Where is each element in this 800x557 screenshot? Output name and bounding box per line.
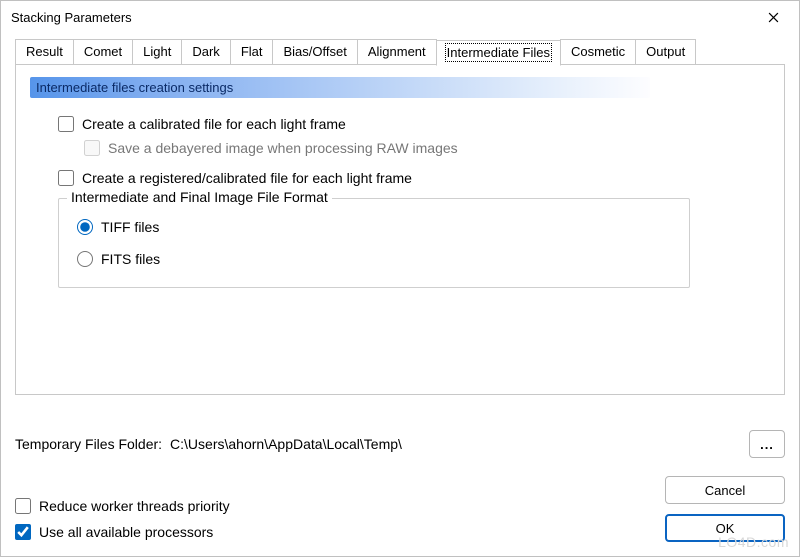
radio-row-fits: FITS files xyxy=(77,251,671,267)
left-checks: Reduce worker threads priority Use all a… xyxy=(15,496,665,542)
tab-cosmetic[interactable]: Cosmetic xyxy=(560,39,636,65)
radio-tiff[interactable] xyxy=(77,219,93,235)
checkbox-reduce-priority[interactable] xyxy=(15,498,31,514)
tab-comet[interactable]: Comet xyxy=(73,39,133,65)
tab-alignment[interactable]: Alignment xyxy=(357,39,437,65)
tab-light[interactable]: Light xyxy=(132,39,182,65)
radio-row-tiff: TIFF files xyxy=(77,219,671,235)
radio-fits[interactable] xyxy=(77,251,93,267)
checkbox-debayer xyxy=(84,140,100,156)
label-debayer: Save a debayered image when processing R… xyxy=(108,140,458,156)
tab-intermediate-files[interactable]: Intermediate Files xyxy=(436,40,561,66)
lower-area: Temporary Files Folder: C:\Users\ahorn\A… xyxy=(15,430,785,542)
ok-button[interactable]: OK xyxy=(665,514,785,542)
content-area: Result Comet Light Dark Flat Bias/Offset… xyxy=(1,33,799,401)
cancel-button[interactable]: Cancel xyxy=(665,476,785,504)
browse-button[interactable]: ... xyxy=(749,430,785,458)
bottom-row: Reduce worker threads priority Use all a… xyxy=(15,476,785,542)
folder-row: Temporary Files Folder: C:\Users\ahorn\A… xyxy=(15,430,785,458)
window-title: Stacking Parameters xyxy=(11,10,753,25)
checkbox-use-all-procs[interactable] xyxy=(15,524,31,540)
group-file-format: Intermediate and Final Image File Format… xyxy=(58,198,690,288)
label-calibrated[interactable]: Create a calibrated file for each light … xyxy=(82,116,346,132)
group-legend: Intermediate and Final Image File Format xyxy=(67,189,332,205)
opt-row-calibrated: Create a calibrated file for each light … xyxy=(58,116,766,132)
label-fits[interactable]: FITS files xyxy=(101,251,160,267)
folder-path: C:\Users\ahorn\AppData\Local\Temp\ xyxy=(170,436,402,452)
checkbox-calibrated[interactable] xyxy=(58,116,74,132)
titlebar: Stacking Parameters xyxy=(1,1,799,33)
label-reduce-priority[interactable]: Reduce worker threads priority xyxy=(39,498,230,514)
tab-body: Intermediate files creation settings Cre… xyxy=(15,64,785,395)
label-registered[interactable]: Create a registered/calibrated file for … xyxy=(82,170,412,186)
options-block: Create a calibrated file for each light … xyxy=(30,98,770,294)
tab-flat[interactable]: Flat xyxy=(230,39,274,65)
window: Stacking Parameters Result Comet Light D… xyxy=(0,0,800,557)
tab-result[interactable]: Result xyxy=(15,39,74,65)
tab-dark[interactable]: Dark xyxy=(181,39,230,65)
tab-output[interactable]: Output xyxy=(635,39,696,65)
tab-bias-offset[interactable]: Bias/Offset xyxy=(272,39,357,65)
opt-row-registered: Create a registered/calibrated file for … xyxy=(58,170,766,186)
folder-label: Temporary Files Folder: xyxy=(15,436,162,452)
opt-row-reduce-priority: Reduce worker threads priority xyxy=(15,498,665,514)
tabstrip: Result Comet Light Dark Flat Bias/Offset… xyxy=(15,39,785,65)
opt-row-debayer: Save a debayered image when processing R… xyxy=(84,140,766,156)
right-buttons: Cancel OK xyxy=(665,476,785,542)
close-icon xyxy=(768,12,779,23)
label-use-all-procs[interactable]: Use all available processors xyxy=(39,524,213,540)
close-button[interactable] xyxy=(753,3,793,31)
label-tiff[interactable]: TIFF files xyxy=(101,219,159,235)
section-header: Intermediate files creation settings xyxy=(30,77,650,98)
checkbox-registered[interactable] xyxy=(58,170,74,186)
opt-row-use-all-procs: Use all available processors xyxy=(15,524,665,540)
